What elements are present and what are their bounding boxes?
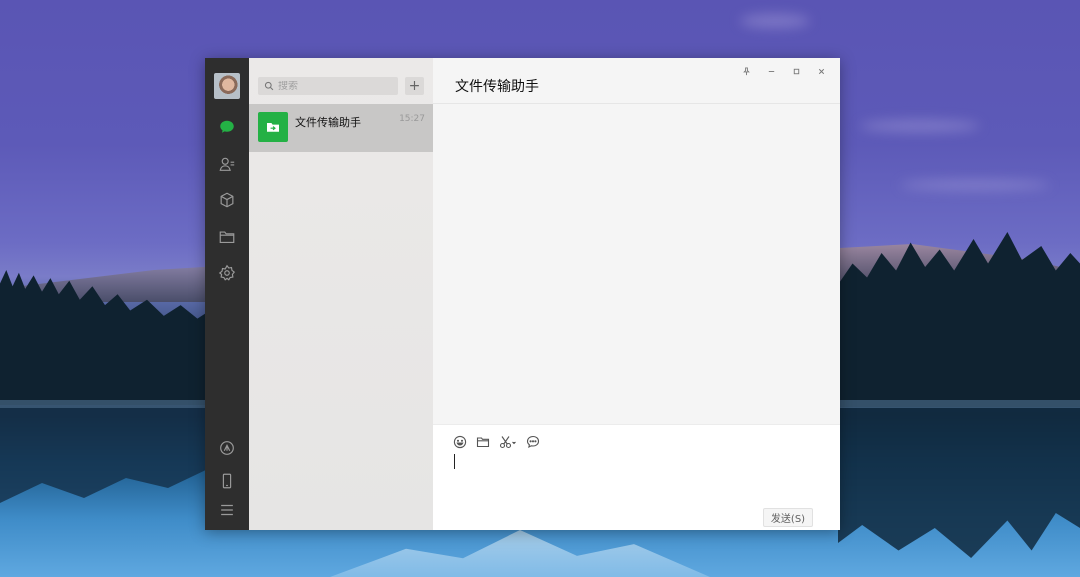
contacts-icon[interactable]	[217, 154, 237, 174]
favorites-icon[interactable]	[217, 190, 237, 210]
folder-icon[interactable]	[475, 434, 491, 450]
avatar[interactable]	[214, 73, 240, 99]
file-transfer-icon	[258, 112, 288, 142]
chat-name: 文件传输助手	[295, 116, 361, 129]
message-area	[433, 104, 840, 423]
chat-list-item[interactable]: 文件传输助手 15:27	[249, 104, 433, 152]
window-controls	[734, 62, 834, 80]
add-chat-button[interactable]: +	[405, 77, 424, 95]
wechat-window: + 文件传输助手 15:27 文件传输助手	[205, 58, 840, 530]
composer: 发送(S)	[433, 424, 840, 530]
pin-icon[interactable]	[734, 62, 759, 80]
screenshot-icon[interactable]	[498, 434, 518, 450]
composer-toolbar	[452, 434, 541, 450]
minimize-icon[interactable]	[759, 62, 784, 80]
send-button[interactable]: 发送(S)	[763, 508, 813, 527]
files-icon[interactable]	[217, 227, 237, 247]
maximize-icon[interactable]	[784, 62, 809, 80]
search-input[interactable]	[276, 80, 390, 92]
chat-list-panel: + 文件传输助手 15:27	[249, 58, 433, 530]
chat-time: 15:27	[399, 114, 425, 124]
phone-icon[interactable]	[217, 471, 237, 491]
menu-icon[interactable]	[217, 500, 237, 520]
chat-history-icon[interactable]	[525, 434, 541, 450]
conversation-title: 文件传输助手	[455, 79, 539, 95]
conversation-panel: 文件传输助手 发送(S)	[433, 58, 840, 530]
close-icon[interactable]	[809, 62, 834, 80]
conversation-header: 文件传输助手	[433, 58, 840, 104]
message-input[interactable]	[452, 453, 816, 497]
search-box[interactable]	[258, 77, 398, 95]
mini-programs-icon[interactable]	[217, 263, 237, 283]
nav-sidebar	[205, 58, 249, 530]
moments-icon[interactable]	[217, 438, 237, 458]
chat-icon[interactable]	[217, 117, 237, 137]
search-icon	[262, 79, 276, 93]
emoji-icon[interactable]	[452, 434, 468, 450]
